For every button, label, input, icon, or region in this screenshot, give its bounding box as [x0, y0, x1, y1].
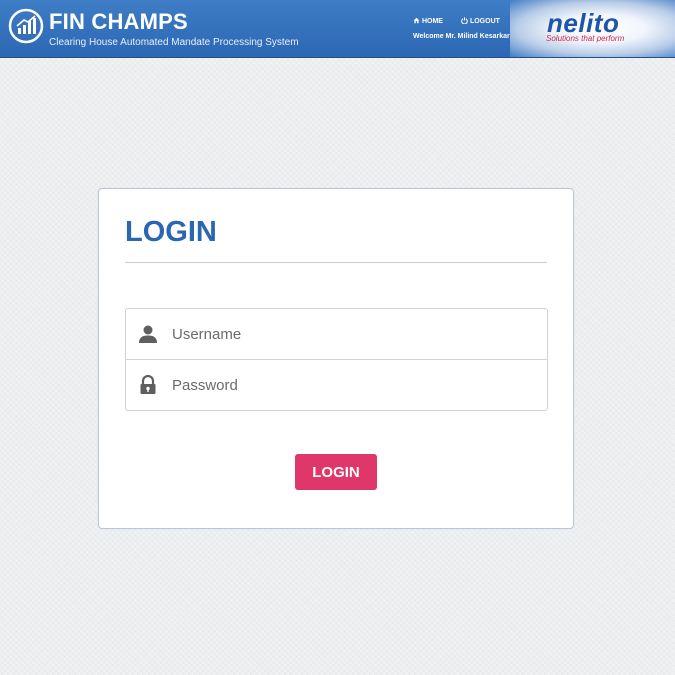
user-icon: [139, 325, 157, 343]
username-input[interactable]: [172, 319, 532, 349]
credentials-group: [125, 308, 548, 411]
logout-label: LOGOUT: [469, 18, 500, 25]
brand-tagline: Solutions that perform: [546, 34, 625, 43]
fin-champs-logo-icon: [8, 8, 44, 44]
login-card: LOGIN LOGIN: [98, 188, 574, 529]
brand-logo-text: nelito: [547, 8, 620, 38]
power-icon: [461, 17, 468, 25]
username-row: [126, 309, 547, 360]
home-icon: [413, 17, 420, 24]
app-subtitle: Clearing House Automated Mandate Process…: [49, 37, 299, 48]
login-button[interactable]: LOGIN: [295, 454, 377, 490]
logout-link[interactable]: LOGOUT: [461, 17, 500, 27]
top-header: FIN CHAMPS Clearing House Automated Mand…: [0, 0, 675, 58]
lock-icon: [140, 375, 156, 394]
welcome-text: Welcome Mr. Milind Kesarkar: [413, 33, 510, 40]
brand-panel: nelito Solutions that perform: [510, 0, 675, 57]
password-input[interactable]: [172, 370, 532, 400]
password-row: [126, 360, 547, 410]
home-link[interactable]: HOME: [413, 17, 443, 27]
home-label: HOME: [421, 18, 443, 25]
login-title: LOGIN: [125, 216, 217, 248]
title-divider: [125, 262, 547, 263]
app-title: FIN CHAMPS: [49, 9, 188, 34]
